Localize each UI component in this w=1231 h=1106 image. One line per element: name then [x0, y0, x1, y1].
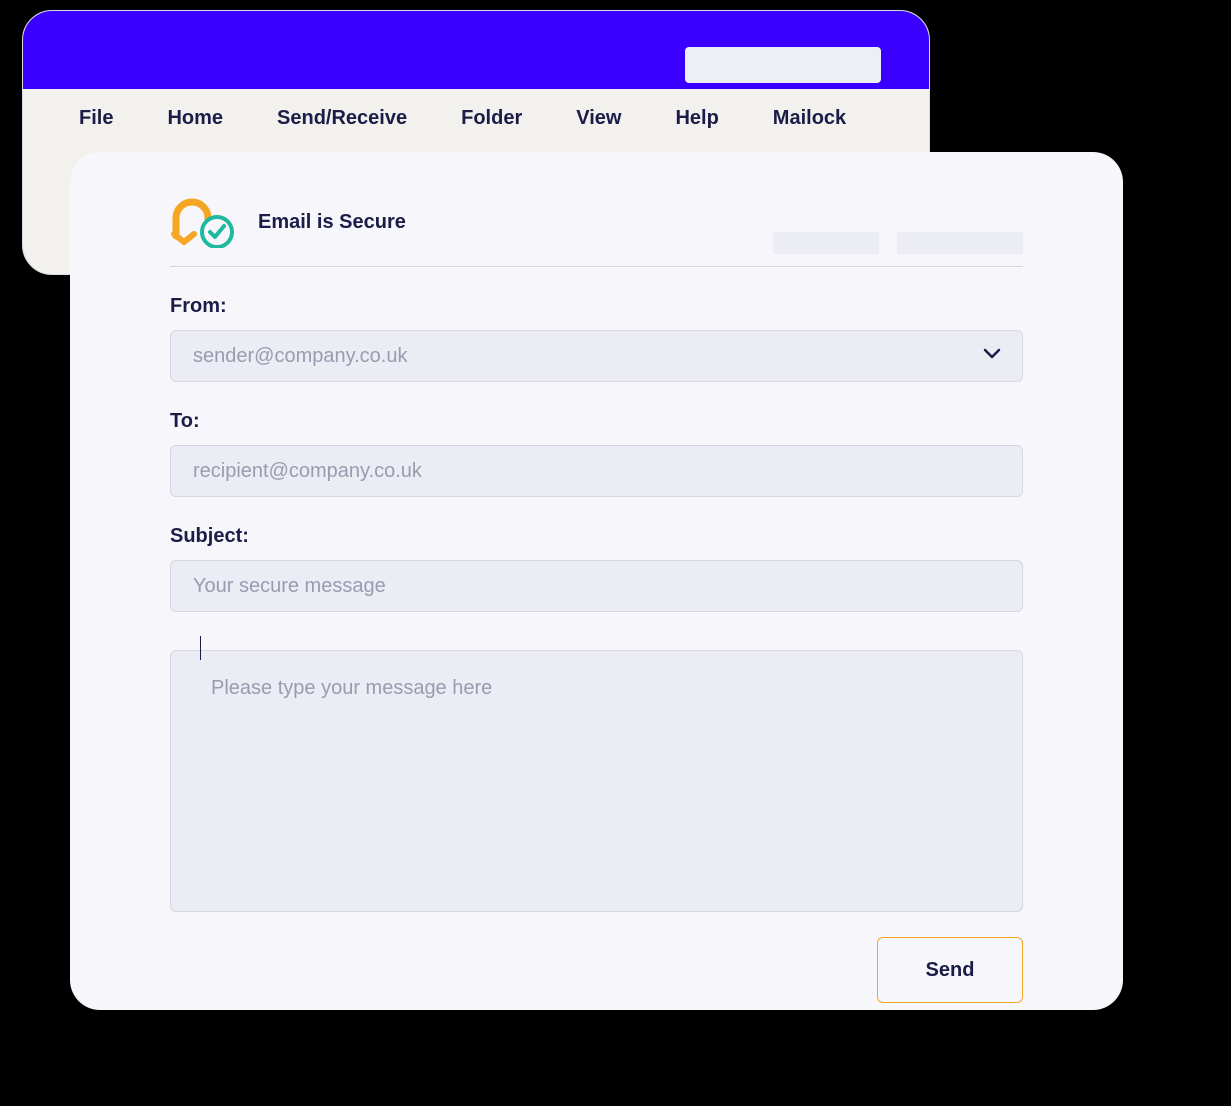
compose-header: Email is Secure [170, 196, 1023, 267]
placeholder-block [897, 232, 1023, 254]
menu-view[interactable]: View [576, 107, 621, 130]
header-right-placeholders [773, 232, 1023, 254]
titlebar [23, 11, 929, 89]
secure-status-title: Email is Secure [258, 211, 406, 234]
text-caret [200, 636, 201, 660]
search-input[interactable] [685, 47, 881, 83]
menu-mailock[interactable]: Mailock [773, 107, 846, 130]
from-field: From: [170, 295, 1023, 382]
to-field: To: [170, 410, 1023, 497]
to-input[interactable] [170, 445, 1023, 497]
to-label: To: [170, 410, 1023, 433]
from-label: From: [170, 295, 1023, 318]
from-input[interactable] [170, 330, 1023, 382]
subject-field: Subject: [170, 525, 1023, 612]
menu-folder[interactable]: Folder [461, 107, 522, 130]
from-select[interactable] [170, 330, 1023, 382]
subject-input[interactable] [170, 560, 1023, 612]
placeholder-block [773, 232, 879, 254]
menu-help[interactable]: Help [675, 107, 718, 130]
menu-file[interactable]: File [79, 107, 113, 130]
message-body-input[interactable] [170, 650, 1023, 912]
menubar: File Home Send/Receive Folder View Help … [23, 89, 929, 130]
menu-send-receive[interactable]: Send/Receive [277, 107, 407, 130]
menu-home[interactable]: Home [167, 107, 223, 130]
mailock-lock-icon [170, 196, 238, 248]
subject-label: Subject: [170, 525, 1023, 548]
compose-window: Email is Secure From: To: Subject: [70, 152, 1123, 1010]
send-button[interactable]: Send [877, 937, 1023, 1003]
